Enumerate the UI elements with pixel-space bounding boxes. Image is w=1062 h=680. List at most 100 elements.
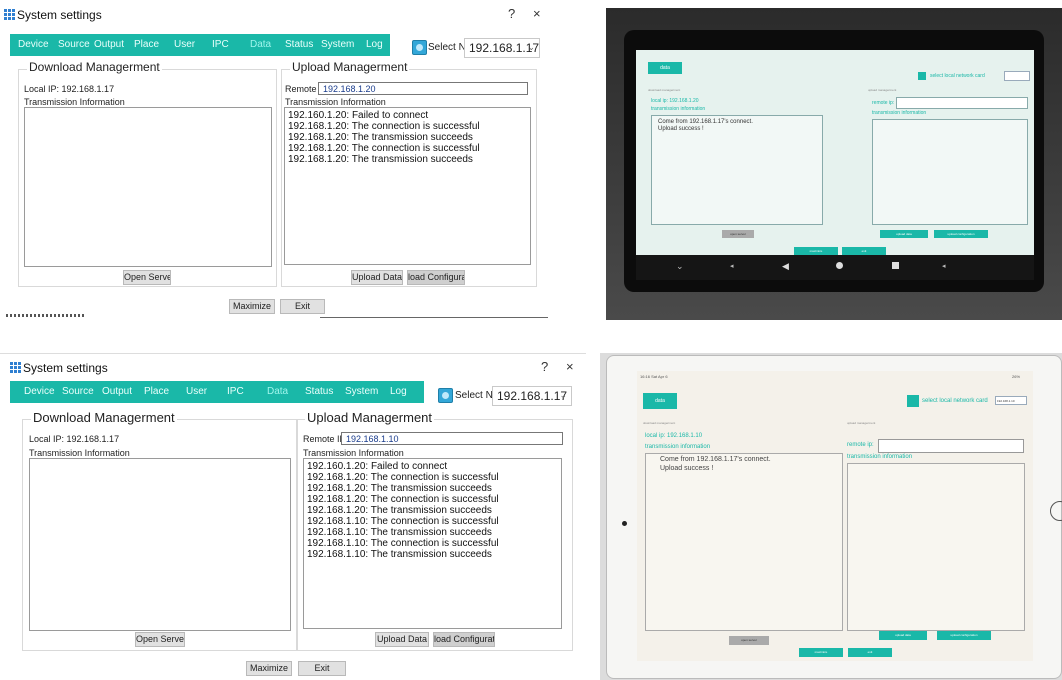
tab-system[interactable]: System xyxy=(321,39,354,50)
remote-ip-input[interactable]: 192.168.1.20 xyxy=(318,82,528,95)
divider xyxy=(320,317,548,318)
photo-upload-config-button[interactable]: upload configuration xyxy=(937,631,991,640)
download-log-box[interactable] xyxy=(24,107,272,267)
tab-user[interactable]: User xyxy=(186,386,207,397)
upload-data-button[interactable]: Upload Data xyxy=(351,270,403,285)
tab-status[interactable]: Status xyxy=(285,39,313,50)
tab-place[interactable]: Place xyxy=(134,39,159,50)
tab-data[interactable]: Data xyxy=(250,39,271,50)
exit-button[interactable]: Exit xyxy=(280,299,325,314)
nic-icon xyxy=(438,388,453,403)
tab-output[interactable]: Output xyxy=(102,386,132,397)
log-line: 192.168.1.10: The transmission succeeds xyxy=(307,549,492,560)
ipad-screen: 16:16 Sat Apr 6 26% data select local ne… xyxy=(637,371,1033,661)
photo-right-log[interactable] xyxy=(847,463,1025,631)
photo-remote-input[interactable] xyxy=(896,97,1028,109)
tab-device[interactable]: Device xyxy=(24,386,55,397)
tab-source[interactable]: Source xyxy=(62,386,94,397)
close-button[interactable]: × xyxy=(566,359,574,374)
cropped-text-fragment xyxy=(6,314,86,317)
download-log-box[interactable] xyxy=(29,458,291,631)
tab-data[interactable]: Data xyxy=(267,386,288,397)
tablet-photo-1: data select local network card download … xyxy=(606,8,1062,320)
local-ip-label: Local IP: 192.168.1.17 xyxy=(29,434,120,444)
home-icon[interactable] xyxy=(836,262,843,269)
tab-bar: Device Source Output Place User IPC Data… xyxy=(10,381,424,403)
recent-icon[interactable] xyxy=(892,262,899,269)
ipad-camera xyxy=(622,521,627,526)
tab-ipc[interactable]: IPC xyxy=(212,39,229,50)
load-configuration-button[interactable]: load Configurati xyxy=(407,270,465,285)
back-icon[interactable]: ◀ xyxy=(782,261,789,272)
photo-left-log[interactable]: Come from 192.168.1.17's connect. Upload… xyxy=(645,453,843,631)
tab-status[interactable]: Status xyxy=(305,386,333,397)
log-line: 192.168.1.20: The connection is successf… xyxy=(288,143,480,154)
load-configuration-button[interactable]: load Configurati xyxy=(433,632,495,647)
tab-system[interactable]: System xyxy=(345,386,378,397)
remote-ip-input[interactable]: 192.168.1.10 xyxy=(341,432,563,445)
upload-log-box[interactable]: 192.160.1.20: Failed to connect 192.168.… xyxy=(303,458,562,629)
photo-nic-select[interactable]: 192.168.1.10 xyxy=(995,396,1027,405)
photo-left-group-title: download managerment xyxy=(643,421,676,425)
photo-exit-button[interactable]: exit xyxy=(842,247,886,255)
maximize-button[interactable]: Maximize xyxy=(229,299,275,314)
photo-remote-label: remote ip: xyxy=(872,100,895,106)
photo-upload-config-button[interactable]: upload configuration xyxy=(934,230,988,238)
log-line: 192.168.1.20: The connection is successf… xyxy=(307,472,499,483)
volume-up-icon[interactable]: ◂ xyxy=(942,262,946,270)
help-button[interactable]: ? xyxy=(508,6,515,21)
photo-nic-select[interactable] xyxy=(1004,71,1030,81)
open-server-button[interactable]: Open Server xyxy=(135,632,185,647)
tab-source[interactable]: Source xyxy=(58,39,90,50)
tab-place[interactable]: Place xyxy=(144,386,169,397)
photo-trans-label: transmission information xyxy=(645,444,711,450)
upload-data-button[interactable]: Upload Data xyxy=(375,632,429,647)
tab-output[interactable]: Output xyxy=(94,39,124,50)
tab-device[interactable]: Device xyxy=(18,39,49,50)
photo-right-trans-label: transmission information xyxy=(847,454,913,460)
photo-left-log[interactable]: Come from 192.168.1.17's connect. Upload… xyxy=(651,115,823,225)
maximize-button[interactable]: Maximize xyxy=(246,661,292,676)
tab-user[interactable]: User xyxy=(174,39,195,50)
upload-log-box[interactable]: 192.160.1.20: Failed to connect 192.168.… xyxy=(284,107,531,265)
upload-group: Upload Managerment Remote IP: 192.168.1.… xyxy=(296,410,573,651)
close-button[interactable]: × xyxy=(533,6,541,21)
download-group-title: Download Managerment xyxy=(31,410,177,425)
volume-down-icon[interactable]: ◂ xyxy=(730,262,734,270)
photo-maximize-button[interactable]: maximize xyxy=(799,648,843,657)
open-server-button[interactable]: Open Server xyxy=(123,270,171,285)
help-button[interactable]: ? xyxy=(541,359,548,374)
photo-upload-data-button[interactable]: upload data xyxy=(880,230,928,238)
tab-log[interactable]: Log xyxy=(366,39,383,50)
exit-button[interactable]: Exit xyxy=(298,661,346,676)
collapse-icon[interactable]: ⌄ xyxy=(676,261,684,272)
photo-maximize-button[interactable]: maximize xyxy=(794,247,838,255)
photo-upload-data-button[interactable]: upload data xyxy=(879,631,927,640)
nic-select[interactable]: 192.168.1.17 ⌄ xyxy=(464,38,540,58)
photo-message: Come from 192.168.1.17's connect. xyxy=(660,456,771,463)
tab-log[interactable]: Log xyxy=(390,386,407,397)
photo-exit-button[interactable]: exit xyxy=(848,648,892,657)
photo-nic-icon xyxy=(907,395,919,407)
title-bar: System settings ? × xyxy=(0,353,586,383)
download-trans-label: Transmission Information xyxy=(29,448,130,458)
photo-right-group-title: upload managerment xyxy=(868,88,897,92)
nic-icon xyxy=(412,40,427,55)
remote-ip-value: 192.168.1.20 xyxy=(323,84,376,94)
photo-open-server-button[interactable]: open server xyxy=(722,230,754,238)
download-trans-label: Transmission Information xyxy=(24,97,125,107)
photo-right-log[interactable] xyxy=(872,119,1028,225)
photo-tab-data[interactable]: data xyxy=(648,62,682,74)
photo-local-ip: local ip: 192.168.1.10 xyxy=(645,433,703,439)
log-line: 192.168.1.10: The connection is successf… xyxy=(307,516,499,527)
log-line: 192.168.1.10: The connection is successf… xyxy=(307,538,499,549)
photo-remote-input[interactable] xyxy=(878,439,1024,453)
photo-tab-data[interactable]: data xyxy=(643,393,677,409)
download-group-title: Download Managerment xyxy=(27,60,162,74)
tablet-screen: data select local network card download … xyxy=(636,50,1034,255)
photo-open-server-button[interactable]: open server xyxy=(729,636,769,645)
settings-window-1: System settings ? × Device Source Output… xyxy=(0,0,548,320)
tab-ipc[interactable]: IPC xyxy=(227,386,244,397)
nic-select[interactable]: 192.168.1.17 ⌄ xyxy=(492,386,572,406)
upload-group: Upload Managerment Remote IP: 192.168.1.… xyxy=(281,60,537,287)
